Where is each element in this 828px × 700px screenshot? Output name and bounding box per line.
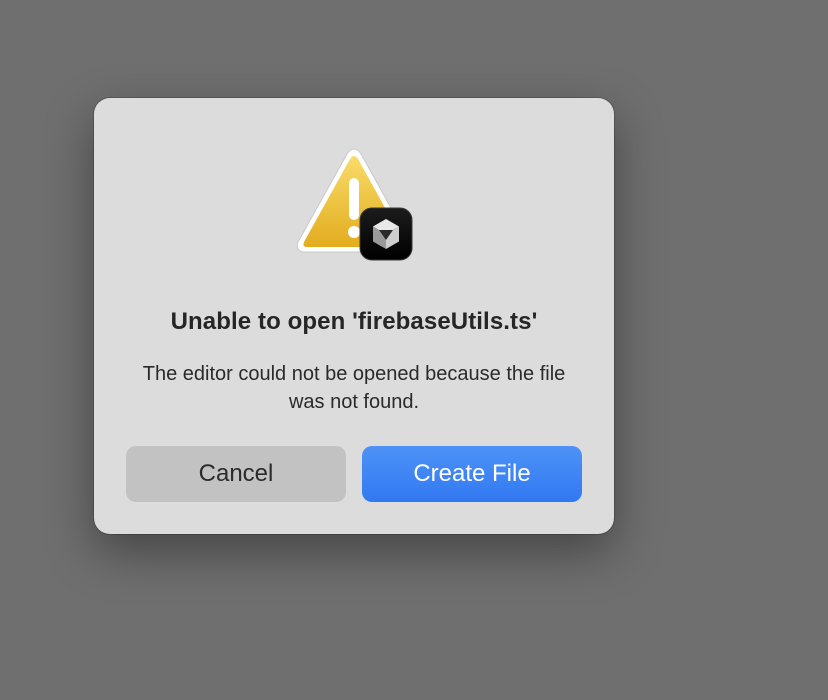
alert-dialog: Unable to open 'firebaseUtils.ts' The ed…: [94, 98, 614, 534]
cancel-button[interactable]: Cancel: [126, 446, 346, 502]
dialog-title: Unable to open 'firebaseUtils.ts': [170, 308, 538, 335]
create-file-button[interactable]: Create File: [362, 446, 582, 502]
dialog-message: The editor could not be opened because t…: [142, 363, 566, 413]
warning-icon: [294, 146, 418, 262]
